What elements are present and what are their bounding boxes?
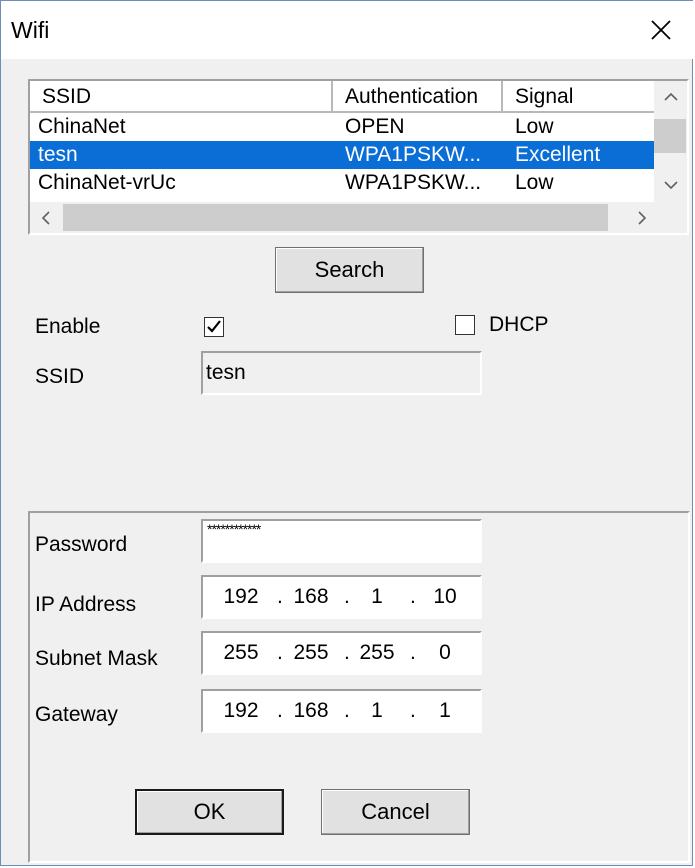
gateway-field[interactable]: 192 . 168 . 1 . 1 xyxy=(201,689,482,733)
network-row[interactable]: ChinaNet-vrUc WPA1PSKW... Low xyxy=(30,169,658,197)
search-button[interactable]: Search xyxy=(275,247,424,293)
dialog-body: SSID Authentication Signal ChinaNet OPEN… xyxy=(8,59,690,863)
column-header-authentication[interactable]: Authentication xyxy=(333,81,503,113)
scroll-up-button[interactable] xyxy=(654,81,687,113)
network-row[interactable]: ChinaNet OPEN Low xyxy=(30,113,658,141)
window-title: Wifi xyxy=(11,17,50,43)
ip-dot: . xyxy=(410,699,416,722)
column-header-signal[interactable]: Signal xyxy=(503,81,658,113)
network-auth: WPA1PSKW... xyxy=(345,143,482,166)
chevron-up-icon xyxy=(663,92,678,101)
vertical-scroll-thumb[interactable] xyxy=(654,119,686,153)
scroll-corner xyxy=(654,202,687,233)
ip-dot: . xyxy=(410,641,416,664)
ip-dot: . xyxy=(277,585,283,608)
ip-octet[interactable]: 1 xyxy=(423,699,467,723)
cancel-button[interactable]: Cancel xyxy=(321,789,470,835)
vertical-scrollbar[interactable] xyxy=(654,81,687,204)
ip-octet[interactable]: 255 xyxy=(355,641,399,665)
subnet-mask-field[interactable]: 255 . 255 . 255 . 0 xyxy=(201,631,482,675)
close-button[interactable] xyxy=(628,1,694,59)
network-signal: Low xyxy=(515,115,554,138)
ip-octet[interactable]: 192 xyxy=(219,699,263,723)
title-bar: Wifi xyxy=(1,1,694,59)
ip-address-field[interactable]: 192 . 168 . 1 . 10 xyxy=(201,575,482,619)
ip-dot: . xyxy=(344,585,350,608)
network-row[interactable]: tesn WPA1PSKW... Excellent xyxy=(30,141,658,169)
column-header-ssid[interactable]: SSID xyxy=(30,81,333,113)
close-icon xyxy=(651,20,671,40)
password-field[interactable]: ************ xyxy=(201,519,482,563)
network-auth: WPA1PSKW... xyxy=(345,171,482,194)
ip-octet[interactable]: 192 xyxy=(219,585,263,609)
ip-octet[interactable]: 255 xyxy=(289,641,333,665)
gateway-label: Gateway xyxy=(35,703,118,726)
ssid-field: tesn xyxy=(201,351,482,395)
ok-button[interactable]: OK xyxy=(135,789,284,835)
ip-octet[interactable]: 168 xyxy=(289,585,333,609)
list-rows: ChinaNet OPEN Low tesn WPA1PSKW... Excel… xyxy=(30,113,658,197)
network-signal: Low xyxy=(515,171,554,194)
chevron-down-icon xyxy=(663,181,678,190)
subnet-mask-label: Subnet Mask xyxy=(35,647,158,670)
horizontal-scroll-thumb[interactable] xyxy=(63,204,608,231)
chevron-left-icon xyxy=(41,210,50,225)
network-ssid: tesn xyxy=(38,143,78,166)
chevron-right-icon xyxy=(638,210,647,225)
ip-dot: . xyxy=(277,641,283,664)
enable-label: Enable xyxy=(35,315,101,338)
ip-octet[interactable]: 1 xyxy=(355,585,399,609)
ip-dot: . xyxy=(344,699,350,722)
dhcp-label: DHCP xyxy=(489,313,549,336)
network-list[interactable]: SSID Authentication Signal ChinaNet OPEN… xyxy=(28,79,689,235)
ssid-label: SSID xyxy=(35,365,85,388)
password-value: ************ xyxy=(207,521,261,537)
enable-checkbox[interactable] xyxy=(204,317,224,337)
network-auth: OPEN xyxy=(345,115,405,138)
password-label: Password xyxy=(35,533,128,556)
ip-dot: . xyxy=(344,641,350,664)
scroll-left-button[interactable] xyxy=(30,202,62,233)
list-header: SSID Authentication Signal xyxy=(30,81,658,113)
ip-octet[interactable]: 1 xyxy=(355,699,399,723)
network-ssid: ChinaNet-vrUc xyxy=(38,171,176,194)
ip-octet[interactable]: 255 xyxy=(219,641,263,665)
ip-dot: . xyxy=(410,585,416,608)
horizontal-scrollbar[interactable] xyxy=(30,202,658,233)
network-ssid: ChinaNet xyxy=(38,115,126,138)
ip-address-label: IP Address xyxy=(35,593,137,616)
ip-octet[interactable]: 0 xyxy=(423,641,467,665)
checkmark-icon xyxy=(207,320,221,333)
wifi-dialog: Wifi SSID Authentication Signal ChinaNet… xyxy=(0,0,694,866)
network-signal: Excellent xyxy=(515,143,601,166)
ip-octet[interactable]: 168 xyxy=(289,699,333,723)
scroll-down-button[interactable] xyxy=(654,169,687,201)
ip-dot: . xyxy=(277,699,283,722)
ip-octet[interactable]: 10 xyxy=(423,585,467,609)
dhcp-checkbox[interactable] xyxy=(455,315,475,335)
